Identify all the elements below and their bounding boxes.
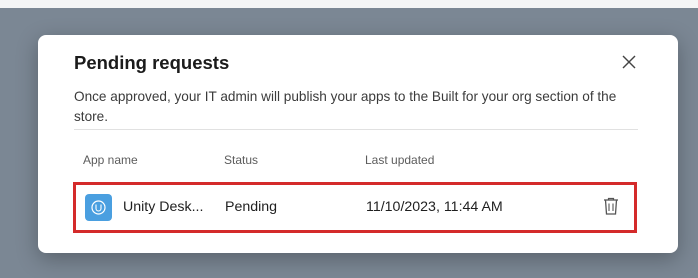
dialog-description: Once approved, your IT admin will publis… [74, 89, 617, 124]
last-updated-cell: 11/10/2023, 11:44 AM [366, 199, 503, 215]
table-row[interactable]: Unity Desk... Pending 11/10/2023, 11:44 … [73, 182, 637, 233]
delete-request-button[interactable] [602, 196, 620, 216]
column-header-app-name: App name [83, 153, 138, 167]
status-cell: Pending [225, 199, 278, 215]
close-button[interactable] [618, 51, 640, 73]
column-header-last-updated: Last updated [365, 153, 435, 167]
pending-requests-dialog: Pending requests Once approved, your IT … [38, 35, 678, 253]
close-icon [622, 55, 636, 69]
dialog-title: Pending requests [74, 52, 230, 73]
header-divider [74, 129, 638, 130]
trash-icon [604, 197, 618, 215]
column-header-status: Status [224, 153, 259, 167]
app-name-cell: Unity Desk... [123, 199, 204, 215]
unity-app-icon [85, 194, 112, 221]
backdrop-top-strip [0, 0, 698, 8]
